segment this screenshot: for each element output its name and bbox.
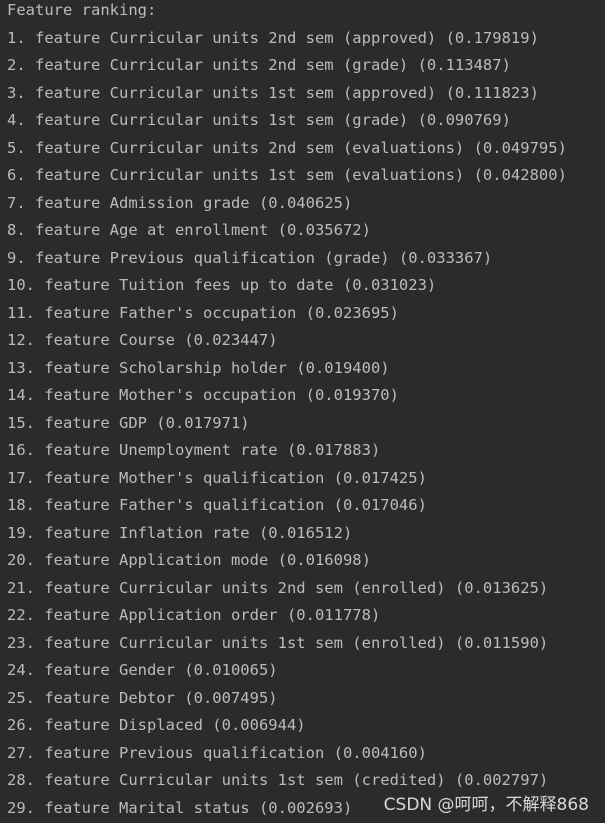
watermark: CSDN @呵呵，不解释868	[383, 795, 589, 815]
console-line: 3. feature Curricular units 1st sem (app…	[7, 83, 539, 102]
console-line: 19. feature Inflation rate (0.016512)	[7, 523, 353, 542]
console-line: 7. feature Admission grade (0.040625)	[7, 193, 353, 212]
console-line: 8. feature Age at enrollment (0.035672)	[7, 221, 371, 239]
console-line: 25. feature Debtor (0.007495)	[7, 688, 278, 707]
console-line: 24. feature Gender (0.010065)	[7, 661, 278, 679]
console-output[interactable]: Feature ranking: 1. feature Curricular u…	[7, 0, 605, 823]
console-line: 2. feature Curricular units 2nd sem (gra…	[7, 56, 511, 74]
console-line: 1. feature Curricular units 2nd sem (app…	[7, 28, 539, 47]
console-line: 23. feature Curricular units 1st sem (en…	[7, 633, 549, 652]
console-line: 15. feature GDP (0.017971)	[7, 413, 250, 432]
console-line: 17. feature Mother's qualification (0.01…	[7, 468, 427, 487]
console-line: 4. feature Curricular units 1st sem (gra…	[7, 111, 511, 129]
console-line: 27. feature Previous qualification (0.00…	[7, 743, 427, 762]
console-line: 5. feature Curricular units 2nd sem (eva…	[7, 138, 567, 157]
console-line: 6. feature Curricular units 1st sem (eva…	[7, 166, 567, 184]
console-line: 12. feature Course (0.023447)	[7, 331, 278, 349]
console-line: 14. feature Mother's occupation (0.01937…	[7, 386, 399, 404]
console-line: 16. feature Unemployment rate (0.017883)	[7, 441, 381, 459]
console-line: 10. feature Tuition fees up to date (0.0…	[7, 276, 437, 294]
console-line: 9. feature Previous qualification (grade…	[7, 248, 493, 267]
console-line: 21. feature Curricular units 2nd sem (en…	[7, 578, 549, 597]
console-line: 20. feature Application mode (0.016098)	[7, 551, 371, 569]
console-line: 26. feature Displaced (0.006944)	[7, 716, 306, 734]
console-line: 22. feature Application order (0.011778)	[7, 606, 381, 624]
console-line: 18. feature Father's qualification (0.01…	[7, 496, 427, 514]
console-line: 13. feature Scholarship holder (0.019400…	[7, 358, 390, 377]
console-header: Feature ranking:	[7, 1, 157, 19]
console-line: 11. feature Father's occupation (0.02369…	[7, 303, 399, 322]
